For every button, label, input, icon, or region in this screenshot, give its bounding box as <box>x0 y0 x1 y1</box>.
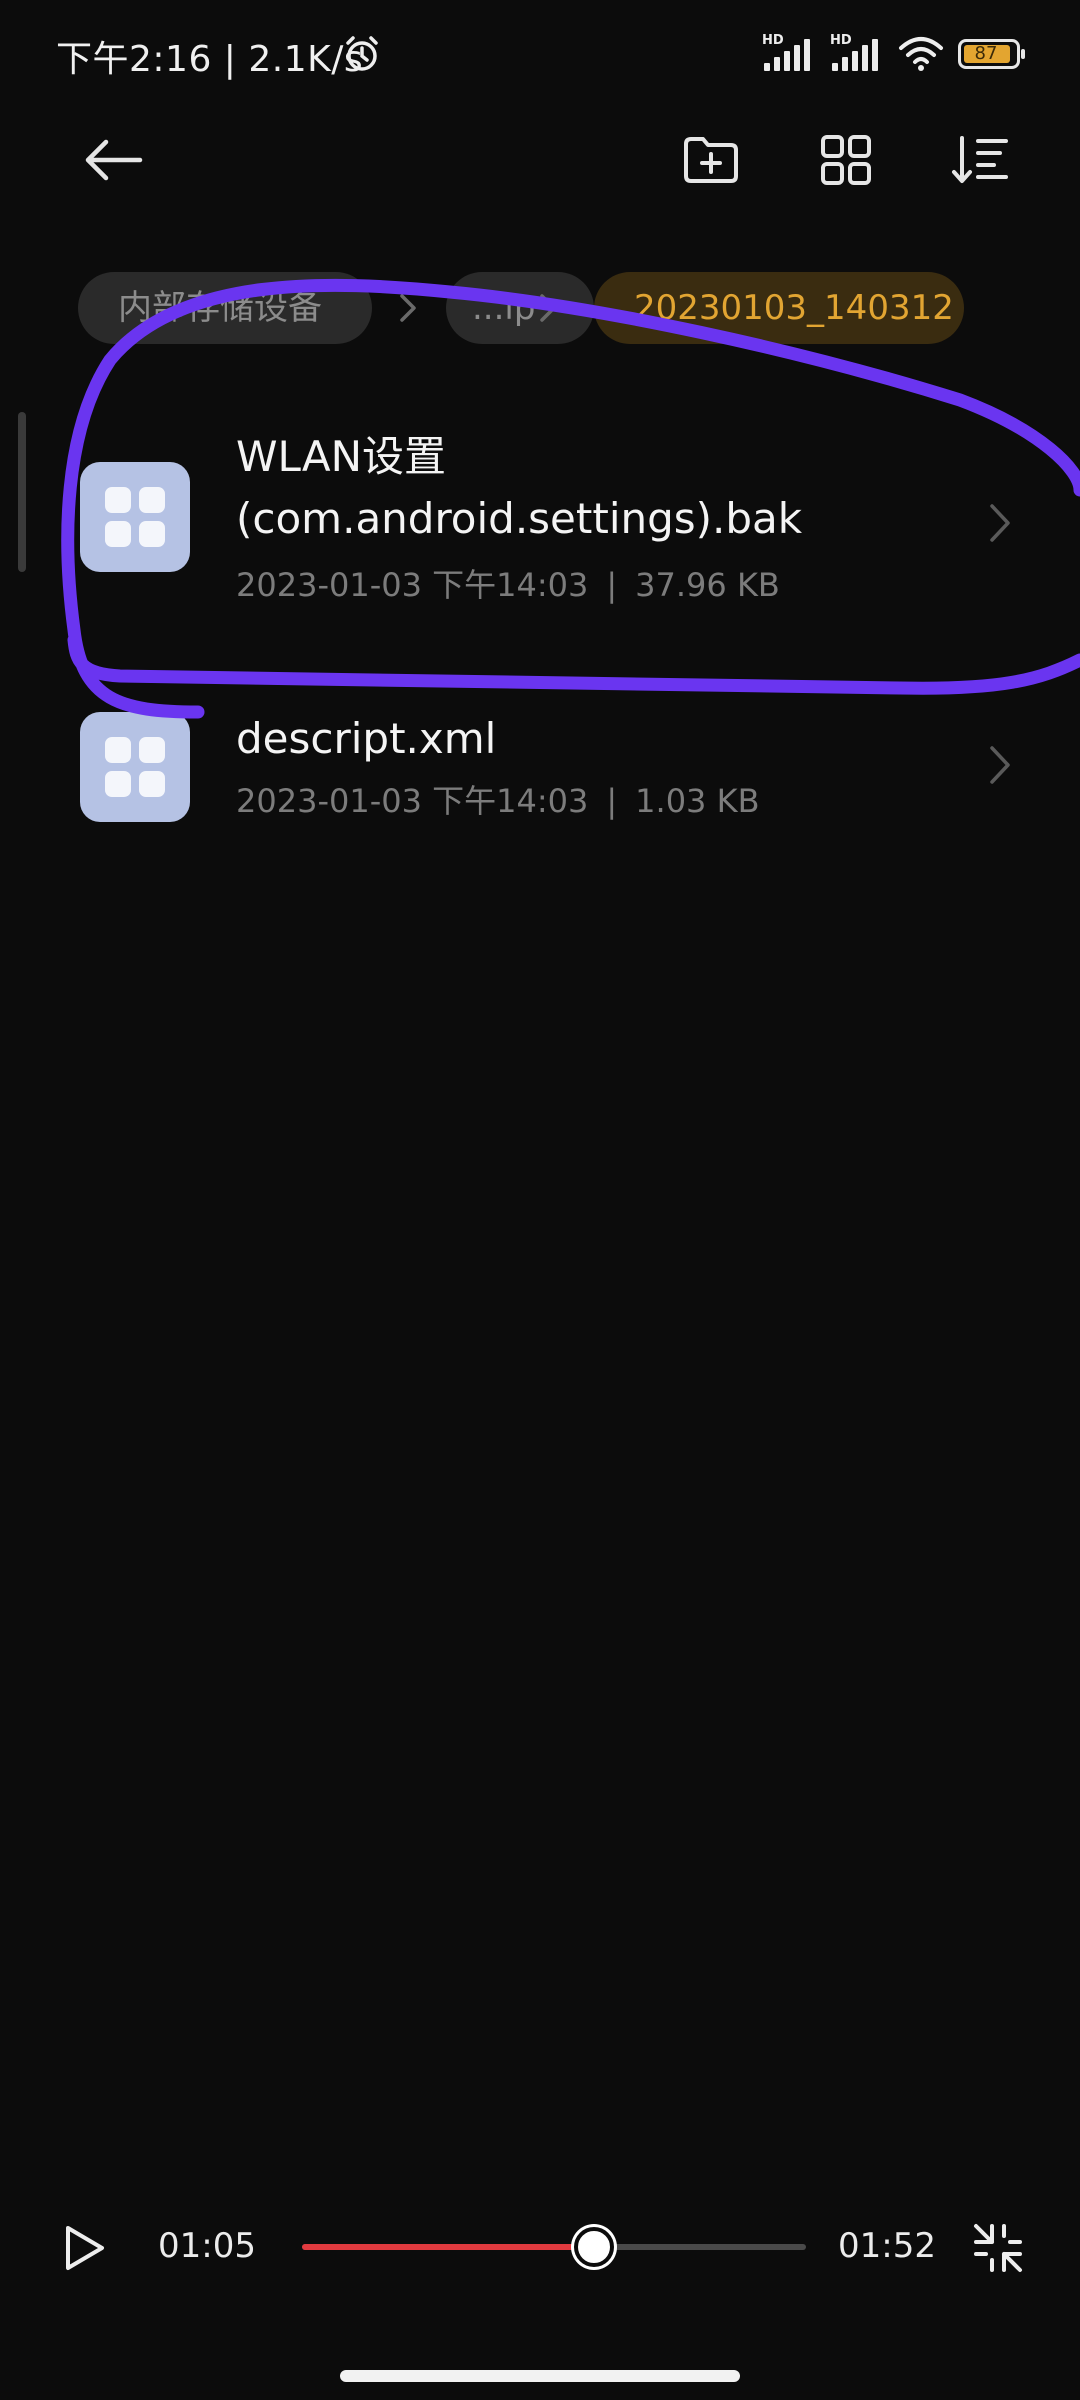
file-meta: 2023-01-03 下午14:03 | 1.03 KB <box>236 776 760 822</box>
signal-icon: HD <box>830 33 884 73</box>
file-name: WLAN设置 (com.android.settings).bak <box>236 426 802 550</box>
file-name-line1: WLAN设置 <box>236 432 447 481</box>
battery-icon: 87 <box>958 39 1025 69</box>
chevron-right-icon <box>400 294 416 322</box>
chevron-right-icon <box>990 746 1010 784</box>
app-file-icon <box>80 712 190 822</box>
meta-separator: | <box>606 566 618 604</box>
breadcrumb-item-folder[interactable]: ...lp <box>446 272 594 344</box>
alarm-icon <box>346 36 378 71</box>
progress-slider[interactable] <box>302 2227 806 2267</box>
list-item[interactable]: descript.xml 2023-01-03 下午14:03 | 1.03 KB <box>0 700 1080 840</box>
progress-thumb[interactable] <box>574 2227 615 2267</box>
new-folder-button[interactable] <box>671 120 751 200</box>
status-bar: 下午2:16 | 2.1K/s HD HD 87 <box>0 0 1080 110</box>
file-meta: 2023-01-03 下午14:03 | 37.96 KB <box>236 560 780 606</box>
home-indicator[interactable] <box>340 2370 740 2382</box>
progress-fill <box>302 2244 595 2250</box>
status-icons: HD HD 87 <box>762 33 1025 74</box>
chevron-right-icon <box>990 504 1010 542</box>
breadcrumb-item-internal-storage[interactable]: 内部存储设备 <box>78 272 372 344</box>
file-size: 37.96 KB <box>635 566 780 604</box>
file-name-line2: (com.android.settings).bak <box>236 494 803 543</box>
new-folder-icon <box>684 137 738 183</box>
current-time: 01:05 <box>158 2226 256 2266</box>
app-file-icon <box>80 462 190 572</box>
file-date: 2023-01-03 下午14:03 <box>236 566 589 604</box>
status-time: 下午2:16 | 2.1K/s <box>56 39 364 80</box>
total-time: 01:52 <box>838 2226 936 2266</box>
sort-button[interactable] <box>940 120 1020 200</box>
file-name: descript.xml <box>236 714 497 763</box>
file-date: 2023-01-03 下午14:03 <box>236 782 589 820</box>
breadcrumb: 内部存储设备 ...lp 20230103_140312 <box>78 272 1018 344</box>
meta-separator: | <box>606 782 618 820</box>
hand-drawn-annotation <box>61 278 1080 719</box>
grid-view-button[interactable] <box>806 120 886 200</box>
wifi-icon <box>899 37 943 71</box>
play-icon[interactable] <box>56 2220 112 2276</box>
grid-view-icon <box>821 135 871 185</box>
exit-fullscreen-icon[interactable] <box>970 2220 1026 2276</box>
back-arrow-icon <box>85 139 143 181</box>
file-size: 1.03 KB <box>635 782 760 820</box>
sort-icon <box>952 136 1008 183</box>
chevron-right-icon <box>540 294 556 322</box>
media-player: 01:05 01:52 <box>0 2200 1080 2290</box>
list-item[interactable]: WLAN设置 (com.android.settings).bak 2023-0… <box>0 420 1080 620</box>
signal-icon: HD <box>762 33 816 73</box>
breadcrumb-item-current[interactable]: 20230103_140312 <box>594 272 964 344</box>
battery-level: 87 <box>974 43 998 64</box>
back-button[interactable] <box>72 120 152 200</box>
